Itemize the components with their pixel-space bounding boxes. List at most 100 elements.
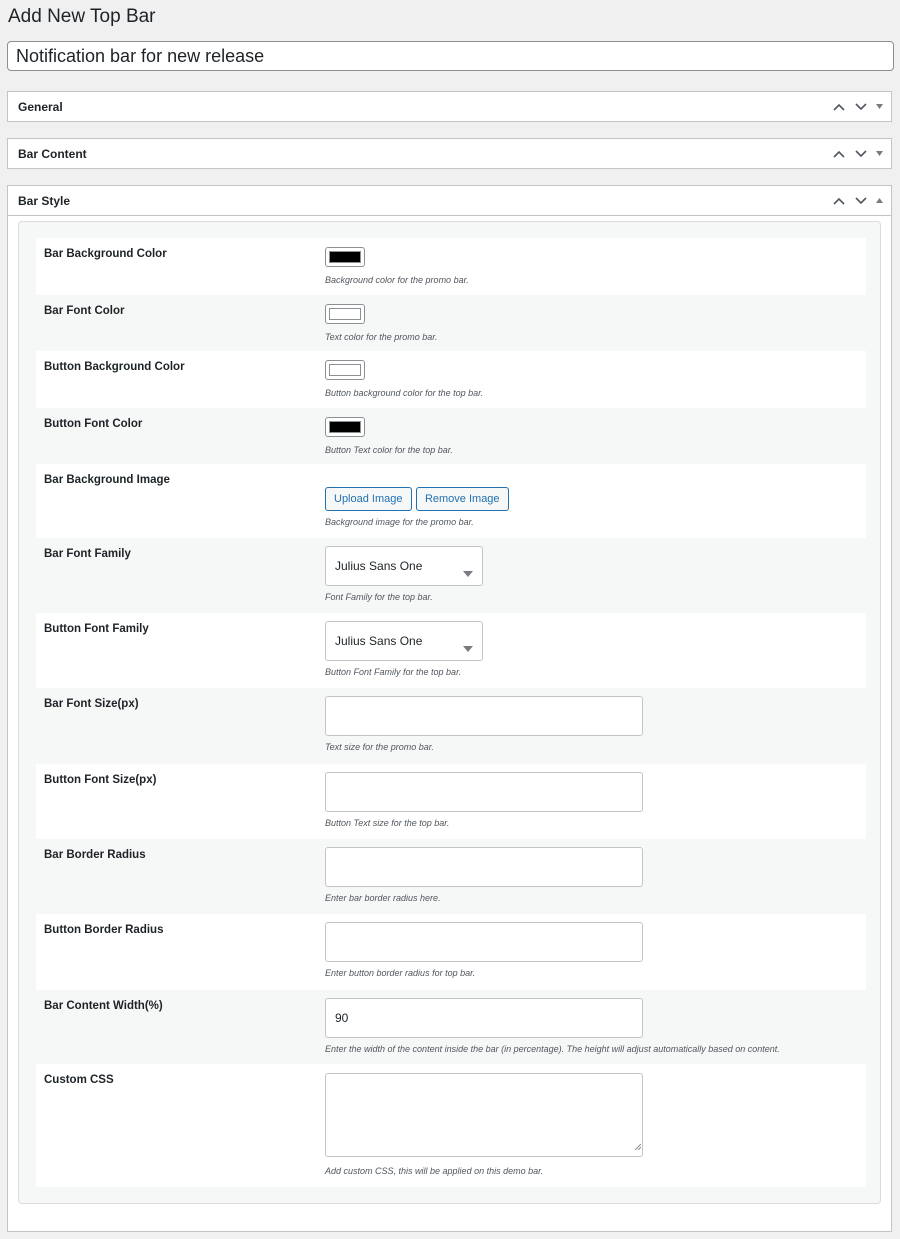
toggle-down-icon[interactable] [873, 97, 885, 117]
move-down-icon[interactable] [851, 144, 871, 164]
field-control: Button Text color for the top bar. [325, 417, 453, 455]
field-control: Button Text size for the top bar. [325, 772, 643, 828]
field-label: Bar Font Size(px) [44, 698, 139, 710]
field-description: Text size for the promo bar. [325, 742, 434, 752]
field-description: Button Text size for the top bar. [325, 818, 450, 828]
row-button-font-color: Button Font Color Button Text color for … [36, 408, 866, 464]
field-control: Text color for the promo bar. [325, 304, 437, 342]
field-label: Button Font Size(px) [44, 774, 157, 786]
color-preview [329, 364, 361, 376]
field-control: Enter bar border radius here. [325, 847, 643, 903]
selected-value: Julius Sans One [335, 559, 423, 573]
selected-value: Julius Sans One [335, 634, 423, 648]
row-bar-border-radius: Bar Border Radius Enter bar border radiu… [36, 839, 866, 914]
field-label: Button Font Color [44, 418, 143, 430]
move-up-icon[interactable] [829, 97, 849, 117]
row-bar-bg-image: Bar Background Image Upload Image Remove… [36, 464, 866, 538]
move-down-icon[interactable] [851, 97, 871, 117]
field-control: Julius Sans One Font Family for the top … [325, 546, 483, 602]
row-bar-font-size: Bar Font Size(px) Text size for the prom… [36, 688, 866, 764]
field-control: Enter button border radius for top bar. [325, 922, 643, 978]
field-control: Add custom CSS, this will be applied on … [325, 1073, 643, 1176]
bar-font-size-input[interactable] [325, 696, 643, 736]
field-label: Bar Content Width(%) [44, 1000, 163, 1012]
row-custom-css: Custom CSS Add custom CSS, this will be … [36, 1064, 866, 1187]
color-preview [329, 251, 361, 263]
row-button-border-radius: Button Border Radius Enter button border… [36, 914, 866, 990]
bar-font-family-select[interactable]: Julius Sans One [325, 546, 483, 586]
field-label: Button Border Radius [44, 924, 164, 936]
row-button-bg-color: Button Background Color Button backgroun… [36, 351, 866, 408]
field-description: Button background color for the top bar. [325, 388, 484, 398]
move-up-icon[interactable] [829, 144, 849, 164]
field-description: Add custom CSS, this will be applied on … [325, 1166, 544, 1176]
row-bar-font-color: Bar Font Color Text color for the promo … [36, 295, 866, 351]
row-bar-font-family: Bar Font Family Julius Sans One Font Fam… [36, 538, 866, 613]
metabox-bar-style-header[interactable]: Bar Style [8, 186, 891, 216]
upload-image-button[interactable]: Upload Image [325, 487, 412, 511]
custom-css-textarea[interactable] [325, 1073, 643, 1157]
bar-font-color-picker[interactable] [325, 304, 365, 324]
button-font-family-select[interactable]: Julius Sans One [325, 621, 483, 661]
field-description: Text color for the promo bar. [325, 332, 438, 342]
field-label: Bar Font Color [44, 305, 125, 317]
field-control: Text size for the promo bar. [325, 696, 643, 752]
field-label: Bar Background Image [44, 474, 170, 486]
field-control: Button background color for the top bar. [325, 360, 483, 398]
field-description: Enter button border radius for top bar. [325, 968, 476, 978]
bar-style-settings-panel: Bar Background Color Background color fo… [18, 221, 881, 1204]
bar-content-width-input[interactable]: 90 [325, 998, 643, 1038]
field-description: Enter the width of the content inside th… [325, 1044, 780, 1054]
toggle-up-icon[interactable] [873, 191, 885, 211]
metabox-bar-content-title: Bar Content [18, 146, 87, 161]
field-label: Custom CSS [44, 1074, 114, 1086]
metabox-bar-content: Bar Content [7, 138, 892, 169]
move-up-icon[interactable] [829, 191, 849, 211]
bar-border-radius-input[interactable] [325, 847, 643, 887]
button-border-radius-input[interactable] [325, 922, 643, 962]
caret-down-icon [463, 564, 473, 582]
row-bar-content-width: Bar Content Width(%) 90 Enter the width … [36, 990, 866, 1064]
field-description: Background color for the promo bar. [325, 275, 469, 285]
metabox-general-header[interactable]: General [8, 92, 891, 121]
metabox-bar-content-actions [829, 144, 885, 164]
field-description: Font Family for the top bar. [325, 592, 433, 602]
field-control: Upload Image Remove Image Background ima… [325, 487, 509, 527]
field-description: Button Font Family for the top bar. [325, 667, 462, 677]
bar-bg-color-picker[interactable] [325, 247, 365, 267]
metabox-general-actions [829, 97, 885, 117]
row-button-font-family: Button Font Family Julius Sans One Butto… [36, 613, 866, 688]
button-font-color-picker[interactable] [325, 417, 365, 437]
remove-image-button[interactable]: Remove Image [415, 487, 509, 511]
field-label: Bar Font Family [44, 548, 131, 560]
field-control: Background color for the promo bar. [325, 247, 469, 285]
field-label: Button Font Family [44, 623, 149, 635]
button-font-size-input[interactable] [325, 772, 643, 812]
field-control: Julius Sans One Button Font Family for t… [325, 621, 483, 677]
field-label: Bar Border Radius [44, 849, 146, 861]
post-title-input[interactable]: Notification bar for new release [7, 41, 894, 71]
field-label: Bar Background Color [44, 248, 167, 260]
button-bg-color-picker[interactable] [325, 360, 365, 380]
page-title: Add New Top Bar [8, 6, 156, 27]
caret-down-icon [463, 639, 473, 657]
metabox-bar-content-header[interactable]: Bar Content [8, 139, 891, 168]
row-button-font-size: Button Font Size(px) Button Text size fo… [36, 764, 866, 839]
move-down-icon[interactable] [851, 191, 871, 211]
field-control: 90 Enter the width of the content inside… [325, 998, 780, 1054]
metabox-bar-style-title: Bar Style [18, 193, 71, 208]
metabox-bar-style-actions [829, 191, 885, 211]
field-description: Button Text color for the top bar. [325, 445, 453, 455]
toggle-down-icon[interactable] [873, 144, 885, 164]
resize-grip-icon[interactable] [634, 1137, 642, 1155]
metabox-general: General [7, 91, 892, 122]
field-label: Button Background Color [44, 361, 185, 373]
metabox-general-title: General [18, 99, 63, 114]
metabox-bar-style: Bar Style Bar Background Color Backgroun… [7, 185, 892, 1232]
field-description: Enter bar border radius here. [325, 893, 441, 903]
color-preview [329, 421, 361, 433]
settings-form-table: Bar Background Color Background color fo… [36, 238, 866, 1187]
row-bar-bg-color: Bar Background Color Background color fo… [36, 238, 866, 295]
color-preview [329, 308, 361, 320]
field-description: Background image for the promo bar. [325, 517, 474, 527]
